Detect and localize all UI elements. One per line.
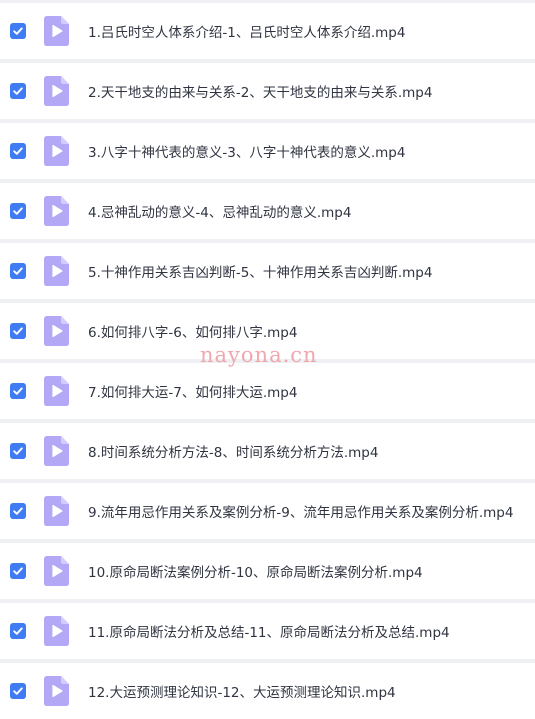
file-row[interactable]: 4.忌神乱动的意义-4、忌神乱动的意义.mp4 <box>0 183 535 239</box>
file-checkbox[interactable] <box>10 143 26 159</box>
checkmark-icon <box>13 147 23 155</box>
file-name[interactable]: 6.如何排八字-6、如何排八字.mp4 <box>88 321 531 341</box>
file-checkbox[interactable] <box>10 443 26 459</box>
video-file-icon <box>44 436 69 466</box>
file-row[interactable]: 5.十神作用关系吉凶判断-5、十神作用关系吉凶判断.mp4 <box>0 243 535 299</box>
file-checkbox[interactable] <box>10 563 26 579</box>
file-checkbox[interactable] <box>10 683 26 699</box>
file-checkbox[interactable] <box>10 263 26 279</box>
video-file-icon <box>44 256 69 286</box>
checkmark-icon <box>13 687 23 695</box>
video-file-icon <box>44 496 69 526</box>
video-file-icon <box>44 76 69 106</box>
checkmark-icon <box>13 87 23 95</box>
checkmark-icon <box>13 327 23 335</box>
file-row[interactable]: 1.吕氏时空人体系介绍-1、吕氏时空人体系介绍.mp4 <box>0 3 535 59</box>
checkmark-icon <box>13 27 23 35</box>
video-file-icon <box>44 616 69 646</box>
video-file-icon <box>44 136 69 166</box>
file-name[interactable]: 7.如何排大运-7、如何排大运.mp4 <box>88 381 531 401</box>
video-file-icon <box>44 376 69 406</box>
file-checkbox[interactable] <box>10 623 26 639</box>
file-name[interactable]: 1.吕氏时空人体系介绍-1、吕氏时空人体系介绍.mp4 <box>88 21 531 41</box>
file-list: 1.吕氏时空人体系介绍-1、吕氏时空人体系介绍.mp4 2.天干地支的由来与关系-… <box>0 0 535 719</box>
file-row[interactable]: 6.如何排八字-6、如何排八字.mp4 <box>0 303 535 359</box>
file-checkbox[interactable] <box>10 83 26 99</box>
file-row[interactable]: 2.天干地支的由来与关系-2、天干地支的由来与关系.mp4 <box>0 63 535 119</box>
file-name[interactable]: 3.八字十神代表的意义-3、八字十神代表的意义.mp4 <box>88 141 531 161</box>
file-row[interactable]: 10.原命局断法案例分析-10、原命局断法案例分析.mp4 <box>0 543 535 599</box>
file-row[interactable]: 7.如何排大运-7、如何排大运.mp4 <box>0 363 535 419</box>
file-name[interactable]: 4.忌神乱动的意义-4、忌神乱动的意义.mp4 <box>88 201 531 221</box>
file-name[interactable]: 10.原命局断法案例分析-10、原命局断法案例分析.mp4 <box>88 561 531 581</box>
checkmark-icon <box>13 567 23 575</box>
video-file-icon <box>44 316 69 346</box>
checkmark-icon <box>13 207 23 215</box>
file-name[interactable]: 12.大运预测理论知识-12、大运预测理论知识.mp4 <box>88 681 531 701</box>
video-file-icon <box>44 196 69 226</box>
checkmark-icon <box>13 627 23 635</box>
file-name[interactable]: 2.天干地支的由来与关系-2、天干地支的由来与关系.mp4 <box>88 81 531 101</box>
video-file-icon <box>44 676 69 706</box>
file-row[interactable]: 3.八字十神代表的意义-3、八字十神代表的意义.mp4 <box>0 123 535 179</box>
file-checkbox[interactable] <box>10 503 26 519</box>
file-checkbox[interactable] <box>10 203 26 219</box>
file-row[interactable]: 9.流年用忌作用关系及案例分析-9、流年用忌作用关系及案例分析.mp4 <box>0 483 535 539</box>
file-name[interactable]: 9.流年用忌作用关系及案例分析-9、流年用忌作用关系及案例分析.mp4 <box>88 501 531 521</box>
file-row[interactable]: 11.原命局断法分析及总结-11、原命局断法分析及总结.mp4 <box>0 603 535 659</box>
video-file-icon <box>44 16 69 46</box>
file-name[interactable]: 5.十神作用关系吉凶判断-5、十神作用关系吉凶判断.mp4 <box>88 261 531 281</box>
file-checkbox[interactable] <box>10 323 26 339</box>
file-row[interactable]: 8.时间系统分析方法-8、时间系统分析方法.mp4 <box>0 423 535 479</box>
checkmark-icon <box>13 447 23 455</box>
file-checkbox[interactable] <box>10 23 26 39</box>
file-name[interactable]: 11.原命局断法分析及总结-11、原命局断法分析及总结.mp4 <box>88 621 531 641</box>
checkmark-icon <box>13 267 23 275</box>
file-name[interactable]: 8.时间系统分析方法-8、时间系统分析方法.mp4 <box>88 441 531 461</box>
video-file-icon <box>44 556 69 586</box>
file-checkbox[interactable] <box>10 383 26 399</box>
checkmark-icon <box>13 507 23 515</box>
checkmark-icon <box>13 387 23 395</box>
